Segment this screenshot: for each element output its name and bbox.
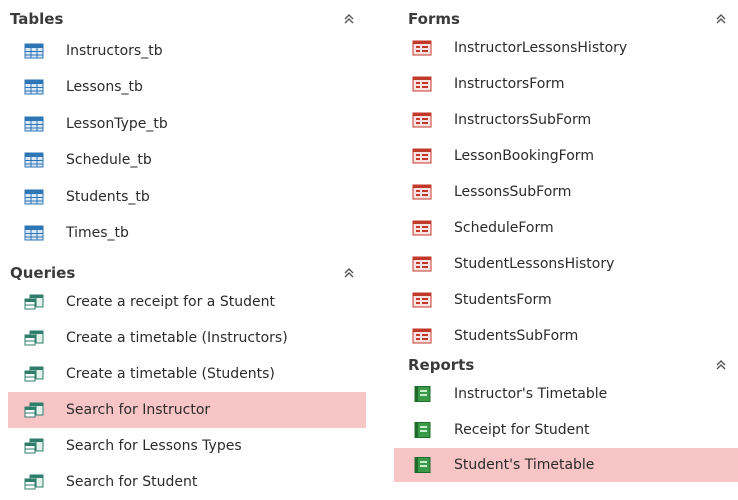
form-item[interactable]: StudentsForm xyxy=(394,282,738,318)
table-item-label: Instructors_tb xyxy=(66,43,163,59)
forms-group: Forms InstructorLessonsHistory Instructo… xyxy=(394,8,738,354)
table-item[interactable]: LessonType_tb xyxy=(0,105,366,142)
table-item[interactable]: Students_tb xyxy=(0,178,366,215)
tables-group: Tables Instructors_tb Lessons_tb LessonT… xyxy=(0,8,366,260)
form-item-label: LessonBookingForm xyxy=(454,148,594,164)
report-item-label: Student's Timetable xyxy=(454,457,595,473)
queries-group: Queries Create a receipt for a Student C… xyxy=(0,262,366,500)
collapse-chevrons-icon[interactable] xyxy=(714,12,728,26)
query-icon xyxy=(24,294,44,310)
query-item[interactable]: Search for Lessons Types xyxy=(0,428,366,464)
report-item[interactable]: Receipt for Student xyxy=(394,412,738,448)
collapse-chevrons-icon[interactable] xyxy=(342,12,356,26)
table-item[interactable]: Times_tb xyxy=(0,215,366,251)
table-icon xyxy=(24,189,44,205)
report-item-selected[interactable]: Student's Timetable xyxy=(394,448,738,482)
form-item[interactable]: StudentsSubForm xyxy=(394,318,738,354)
form-item-label: StudentsSubForm xyxy=(454,328,579,344)
table-icon xyxy=(24,79,44,95)
query-item-label: Search for Lessons Types xyxy=(66,438,242,454)
query-item[interactable]: Create a timetable (Students) xyxy=(0,356,366,392)
form-icon xyxy=(412,76,432,92)
right-nav-column: Forms InstructorLessonsHistory Instructo… xyxy=(394,0,738,482)
left-nav-column: Tables Instructors_tb Lessons_tb LessonT… xyxy=(0,0,366,500)
form-item[interactable]: ScheduleForm xyxy=(394,210,738,246)
query-icon xyxy=(24,438,44,454)
form-item-label: InstructorLessonsHistory xyxy=(454,40,628,56)
reports-group: Reports Instructor's Timetable Receipt f… xyxy=(394,354,738,482)
table-item-label: Times_tb xyxy=(66,225,129,241)
report-item-label: Receipt for Student xyxy=(454,422,590,438)
table-icon xyxy=(24,43,44,59)
form-icon xyxy=(412,112,432,128)
tables-group-header[interactable]: Tables xyxy=(0,8,366,30)
query-icon xyxy=(24,366,44,382)
table-icon xyxy=(24,152,44,168)
form-item[interactable]: LessonsSubForm xyxy=(394,174,738,210)
form-item-label: LessonsSubForm xyxy=(454,184,572,200)
tables-group-title: Tables xyxy=(10,10,64,28)
form-item-label: StudentLessonsHistory xyxy=(454,256,615,272)
queries-group-header[interactable]: Queries xyxy=(0,262,366,284)
table-item-label: LessonType_tb xyxy=(66,115,168,132)
form-item-label: StudentsForm xyxy=(454,292,552,308)
table-icon xyxy=(24,116,44,132)
table-item[interactable]: Lessons_tb xyxy=(0,68,366,105)
reports-group-title: Reports xyxy=(408,356,475,374)
table-item-label: Lessons_tb xyxy=(66,78,143,95)
report-icon xyxy=(412,457,432,473)
query-icon xyxy=(24,330,44,346)
form-item[interactable]: StudentLessonsHistory xyxy=(394,246,738,282)
forms-group-title: Forms xyxy=(408,10,460,28)
form-icon xyxy=(412,256,432,272)
forms-group-header[interactable]: Forms xyxy=(394,8,738,30)
query-item-label: Create a timetable (Instructors) xyxy=(66,330,288,346)
form-icon xyxy=(412,40,432,56)
report-icon xyxy=(412,422,432,438)
query-icon xyxy=(24,402,44,418)
form-item[interactable]: InstructorsForm xyxy=(394,66,738,102)
table-item-label: Students_tb xyxy=(66,188,150,205)
form-icon xyxy=(412,292,432,308)
form-icon xyxy=(412,184,432,200)
queries-group-title: Queries xyxy=(10,264,76,282)
form-item-label: ScheduleForm xyxy=(454,220,554,236)
query-item[interactable]: Create a timetable (Instructors) xyxy=(0,320,366,356)
form-item[interactable]: LessonBookingForm xyxy=(394,138,738,174)
form-item[interactable]: InstructorsSubForm xyxy=(394,102,738,138)
report-item[interactable]: Instructor's Timetable xyxy=(394,376,738,412)
query-item-selected[interactable]: Search for Instructor xyxy=(8,392,366,428)
query-item[interactable]: Create a receipt for a Student xyxy=(0,284,366,320)
collapse-chevrons-icon[interactable] xyxy=(714,358,728,372)
form-icon xyxy=(412,328,432,344)
reports-group-header[interactable]: Reports xyxy=(394,354,738,376)
table-icon xyxy=(24,225,44,241)
query-item-label: Create a receipt for a Student xyxy=(66,294,275,310)
form-item-label: InstructorsForm xyxy=(454,76,565,92)
query-item-label: Create a timetable (Students) xyxy=(66,366,275,382)
collapse-chevrons-icon[interactable] xyxy=(342,266,356,280)
form-item-label: InstructorsSubForm xyxy=(454,112,592,128)
form-icon xyxy=(412,148,432,164)
table-item-label: Schedule_tb xyxy=(66,152,152,168)
form-item[interactable]: InstructorLessonsHistory xyxy=(394,30,738,66)
query-item[interactable]: Search for Student xyxy=(0,464,366,500)
table-item[interactable]: Instructors_tb xyxy=(0,34,366,68)
report-item-label: Instructor's Timetable xyxy=(454,386,608,402)
report-icon xyxy=(412,386,432,402)
table-item[interactable]: Schedule_tb xyxy=(0,142,366,178)
query-item-label: Search for Instructor xyxy=(66,402,211,418)
form-icon xyxy=(412,220,432,236)
